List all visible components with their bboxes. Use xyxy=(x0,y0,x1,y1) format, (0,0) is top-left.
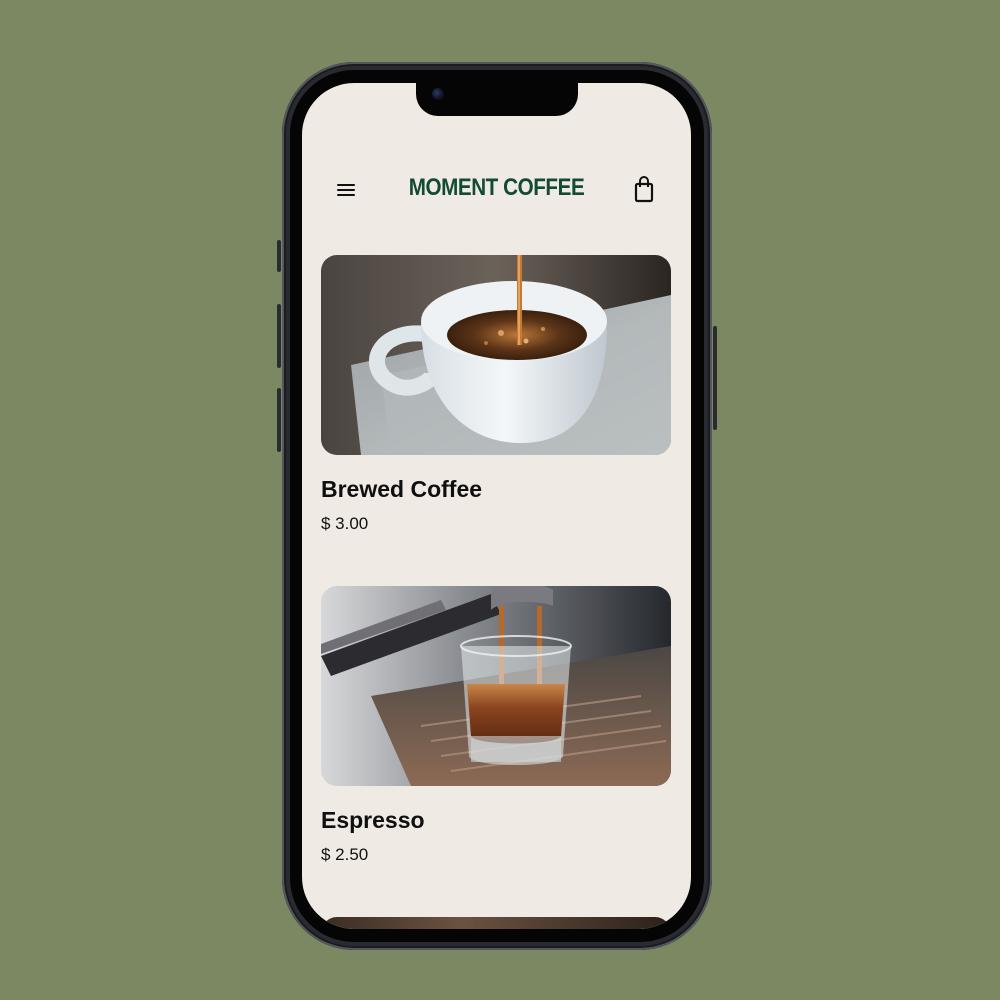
espresso-image[interactable] xyxy=(321,586,671,786)
power-button xyxy=(713,326,717,430)
next-product-image[interactable] xyxy=(321,917,671,929)
menu-button[interactable] xyxy=(332,178,360,202)
mute-switch xyxy=(277,240,281,272)
product-card[interactable]: Brewed Coffee $ 3.00 xyxy=(321,255,671,533)
cart-button[interactable] xyxy=(630,174,658,204)
product-price: $ 2.50 xyxy=(321,845,369,864)
product-price: $ 3.00 xyxy=(321,514,369,533)
volume-down-button xyxy=(277,388,281,452)
product-card[interactable]: Espresso $ 2.50 xyxy=(321,586,671,864)
app-header: MOMENT COFFEE xyxy=(302,170,691,210)
volume-up-button xyxy=(277,304,281,368)
front-camera xyxy=(432,88,444,100)
espresso-shot-photo xyxy=(321,586,671,786)
product-name: Espresso xyxy=(321,807,425,833)
phone-frame: MOMENT COFFEE Brewed Coffee $ 3.00 Espre… xyxy=(277,62,717,950)
brewed-coffee-image[interactable] xyxy=(321,255,671,455)
product-name: Brewed Coffee xyxy=(321,476,483,502)
brand-title: MOMENT COFFEE xyxy=(408,174,585,201)
app-screen: MOMENT COFFEE Brewed Coffee $ 3.00 Espre… xyxy=(302,83,691,929)
coffee-cup-pour-photo xyxy=(321,255,671,455)
shopping-bag-icon xyxy=(634,176,654,203)
notch xyxy=(416,83,578,116)
